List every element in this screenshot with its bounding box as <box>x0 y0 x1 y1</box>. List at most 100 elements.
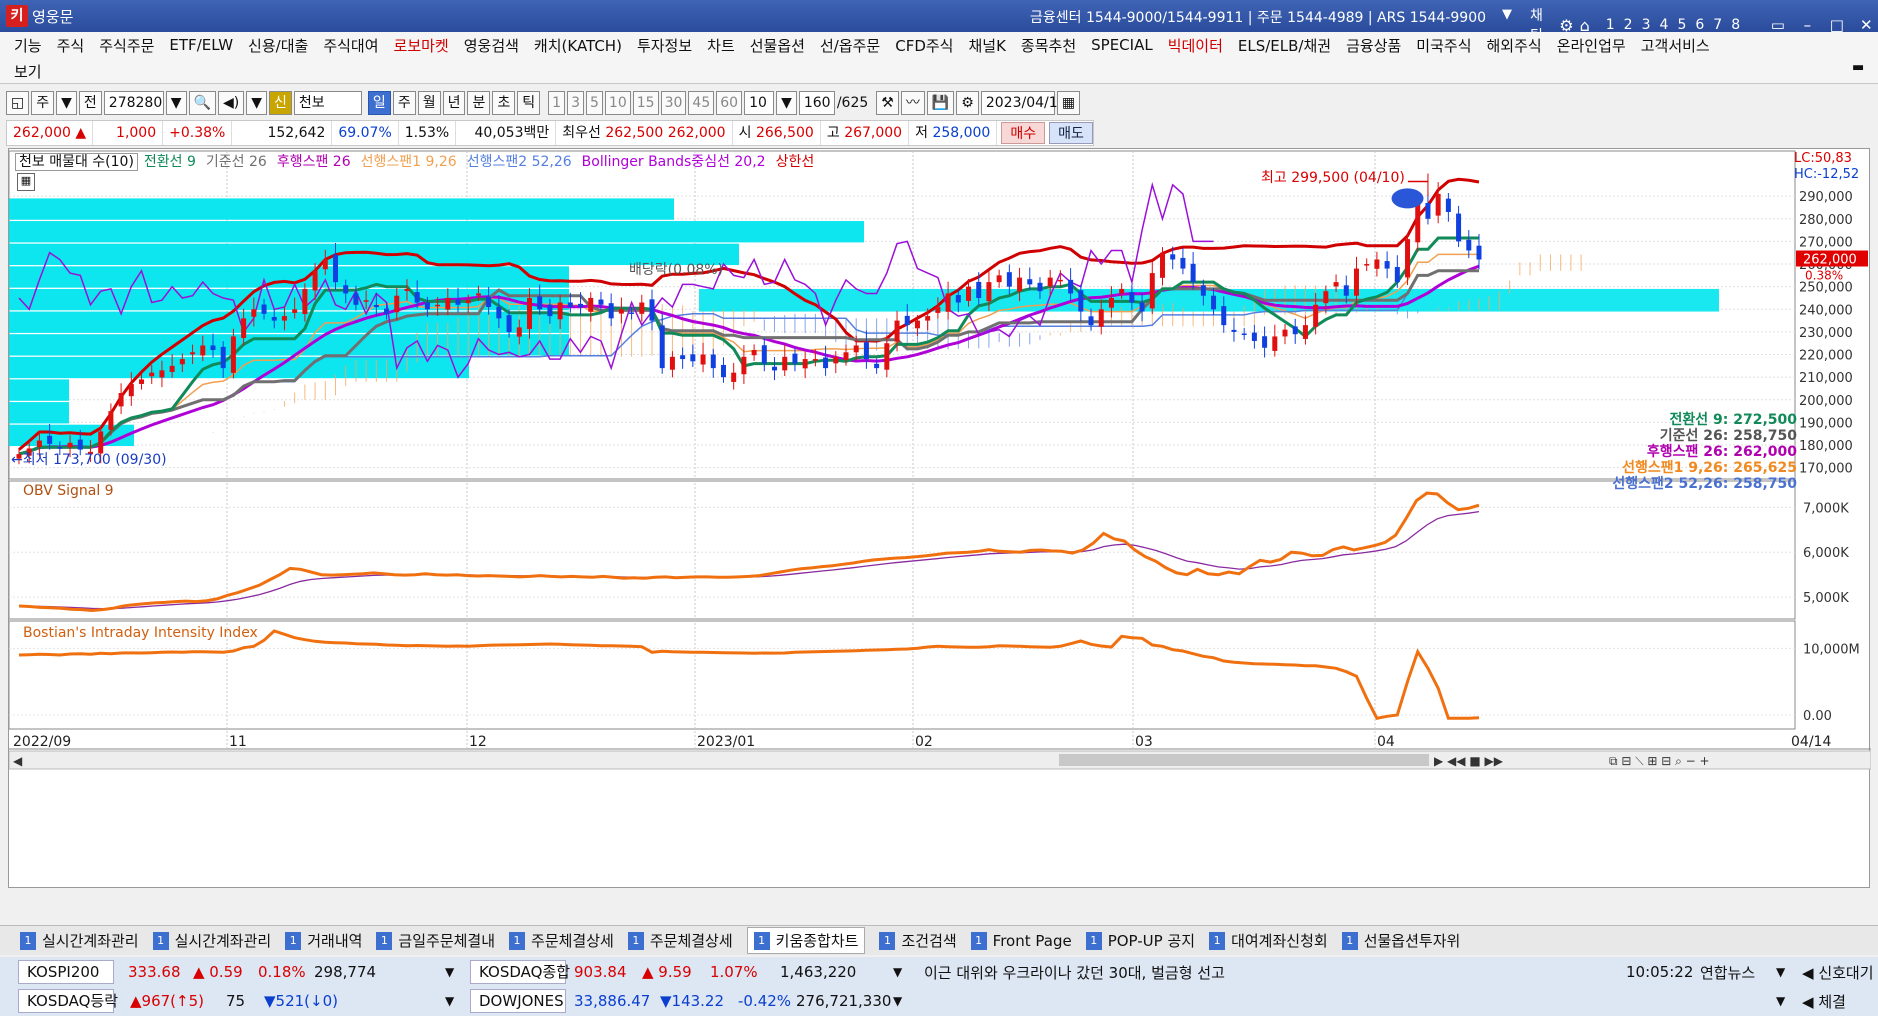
menu-item[interactable]: 금융상품 <box>1346 35 1401 56</box>
menu-item[interactable]: CFD주식 <box>895 35 953 56</box>
legend-item[interactable]: 선행스팬2 52,26 <box>467 154 572 170</box>
period-button[interactable]: 초 <box>492 91 516 115</box>
minute-button[interactable]: 60 <box>716 91 743 115</box>
legend-item[interactable]: 선행스팬1 9,26 <box>361 154 457 170</box>
menu-item[interactable]: 미국주식 <box>1416 35 1471 56</box>
minute-button[interactable]: 10 <box>604 91 631 115</box>
menu-item[interactable]: ELS/ELB/채권 <box>1238 35 1331 56</box>
window-tab[interactable]: 1 실시간계좌관리 <box>152 930 271 951</box>
news-dropdown-icon[interactable]: ▼ <box>1776 965 1785 979</box>
menu-item[interactable]: 투자정보 <box>637 35 692 56</box>
search-icon[interactable]: 🔍 <box>188 91 217 115</box>
indicator-icon[interactable]: ⚒ <box>876 91 899 115</box>
code-dropdown-icon[interactable]: ▼ <box>165 91 187 115</box>
line-tool-icon[interactable]: 〰 <box>900 91 925 115</box>
screen-number-3[interactable]: 3 <box>1642 17 1651 33</box>
screen-number-4[interactable]: 4 <box>1660 17 1669 33</box>
legend-item[interactable]: 상한선 <box>776 154 815 170</box>
menu-item[interactable]: 주식 <box>57 35 85 56</box>
minute-button[interactable]: 15 <box>632 91 659 115</box>
legend-item[interactable]: 기준선 26 <box>206 154 267 170</box>
screen-number-1[interactable]: 1 <box>1606 17 1615 33</box>
legend-item[interactable]: 전환선 9 <box>144 154 196 170</box>
screen-number-7[interactable]: 7 <box>1713 17 1722 33</box>
dropdown-arrow-icon[interactable]: ▼ <box>1502 7 1512 22</box>
window-tab[interactable]: 1 주문체결상세 <box>627 930 733 951</box>
signal-wait[interactable]: ◀ 신호대기 <box>1802 962 1874 983</box>
menu-item[interactable]: 선/옵주문 <box>820 35 880 56</box>
save-icon[interactable]: 💾 <box>926 91 955 115</box>
menu-item[interactable]: 온라인업무 <box>1557 35 1626 56</box>
menu-item[interactable]: 선물옵션 <box>750 35 805 56</box>
scroll-thumb[interactable] <box>1059 754 1429 766</box>
window-tab[interactable]: 1 POP-UP 공지 <box>1085 930 1195 951</box>
settings-icon[interactable]: ⚙ <box>956 91 979 115</box>
menu-item[interactable]: 캐치(KATCH) <box>534 35 622 56</box>
period-button[interactable]: 일 <box>367 91 391 115</box>
menu-expand-icon[interactable]: ▬ <box>1852 60 1872 80</box>
window-tab[interactable]: 1 실시간계좌관리 <box>20 930 139 951</box>
menu-item[interactable]: 차트 <box>707 35 735 56</box>
minute-button[interactable]: 3 <box>567 91 584 115</box>
menu-item[interactable]: SPECIAL <box>1091 36 1153 54</box>
market-type-dropdown-icon[interactable]: ▼ <box>56 91 77 115</box>
chart-scrollbar[interactable] <box>9 750 1871 770</box>
breadth-dropdown-icon[interactable]: ▼ <box>445 994 454 1008</box>
window-tab[interactable]: 1 조건검색 <box>879 930 957 951</box>
minute-button[interactable]: 45 <box>688 91 715 115</box>
menu-item[interactable]: 보기 <box>14 61 42 82</box>
unit-input[interactable]: 10 <box>744 91 775 115</box>
chart-area[interactable]: 2022/09 11 12 2023/01 02 03 04 04/14 290,000 280,… <box>8 148 1871 889</box>
kospi200-dropdown-icon[interactable]: ▼ <box>445 965 454 979</box>
buy-button[interactable]: 매수 <box>1001 122 1046 144</box>
window-tab[interactable]: 1 주문체결상세 <box>509 930 614 951</box>
minute-button[interactable]: 30 <box>660 91 687 115</box>
window-tab[interactable]: 1 Front Page <box>970 931 1072 950</box>
screen-number-2[interactable]: 2 <box>1624 17 1633 33</box>
window-tab[interactable]: 1 금일주문체결내 <box>376 930 495 951</box>
period-button[interactable]: 년 <box>442 91 466 115</box>
menu-item[interactable]: 종목추천 <box>1021 35 1076 56</box>
window-tab[interactable]: 1 키움종합차트 <box>746 927 866 954</box>
chart-canvas[interactable]: 2022/09 11 12 2023/01 02 03 04 04/14 290,000 280,… <box>9 149 1871 889</box>
execution-button[interactable]: ◀ 체결 <box>1802 991 1846 1012</box>
kosdaq-dropdown-icon[interactable]: ▼ <box>893 965 902 979</box>
window-tab[interactable]: 1 선물옵션투자위 <box>1341 930 1460 951</box>
unit-dropdown-icon[interactable]: ▼ <box>776 91 797 115</box>
menu-item[interactable]: 로보마켓 <box>394 35 449 56</box>
market-type-select[interactable]: 주 <box>31 91 55 115</box>
window-tab[interactable]: 1 거래내역 <box>285 930 362 951</box>
menu-item[interactable]: 해외주식 <box>1487 35 1542 56</box>
screen-number-5[interactable]: 5 <box>1677 17 1686 33</box>
dowjones-dropdown-icon[interactable]: ▼ <box>893 994 902 1008</box>
kospi200-name[interactable]: KOSPI200 <box>18 960 114 984</box>
speaker-dropdown-icon[interactable]: ▼ <box>246 91 268 115</box>
menu-item[interactable]: 영웅검색 <box>464 35 519 56</box>
menu-item[interactable]: 주식대여 <box>323 35 378 56</box>
dowjones-name[interactable]: DOWJONES <box>470 989 566 1013</box>
period-button[interactable]: 월 <box>417 91 441 115</box>
menu-item[interactable]: ETF/ELW <box>169 36 233 54</box>
scroll-left-icon[interactable]: ◀ <box>13 754 23 768</box>
chart-menu-icon[interactable]: ◱ <box>6 91 30 115</box>
zoom-tools-icon[interactable]: ⧉ ⊟ ⟍ ⊞ ⊟ ⌕ − + <box>1609 754 1710 768</box>
period-button[interactable]: 틱 <box>517 91 541 115</box>
screen-number-8[interactable]: 8 <box>1731 17 1740 33</box>
speaker-icon[interactable]: ◀) <box>218 91 245 115</box>
window-tab[interactable]: 1 대여계좌신청회 <box>1209 930 1328 951</box>
menu-item[interactable]: 신용/대출 <box>248 35 308 56</box>
calendar-icon[interactable]: ▦ <box>1056 91 1081 115</box>
stock-code-input[interactable]: 278280 <box>103 91 164 115</box>
screen-number-6[interactable]: 6 <box>1695 17 1704 33</box>
period-button[interactable]: 주 <box>392 91 416 115</box>
menu-item[interactable]: 고객서비스 <box>1641 35 1710 56</box>
date-input[interactable]: 2023/04/14 <box>980 91 1067 115</box>
menu-item[interactable]: 빅데이터 <box>1168 35 1223 56</box>
stock-type-select[interactable]: 전 <box>78 91 102 115</box>
sell-button[interactable]: 매도 <box>1049 122 1093 144</box>
kosdaq-name[interactable]: KOSDAQ종합 <box>470 960 570 984</box>
menu-item[interactable]: 기능 <box>14 35 42 56</box>
minute-button[interactable]: 5 <box>586 91 603 115</box>
grid-toggle-icon[interactable]: ▦ <box>17 173 35 191</box>
period-button[interactable]: 분 <box>467 91 491 115</box>
